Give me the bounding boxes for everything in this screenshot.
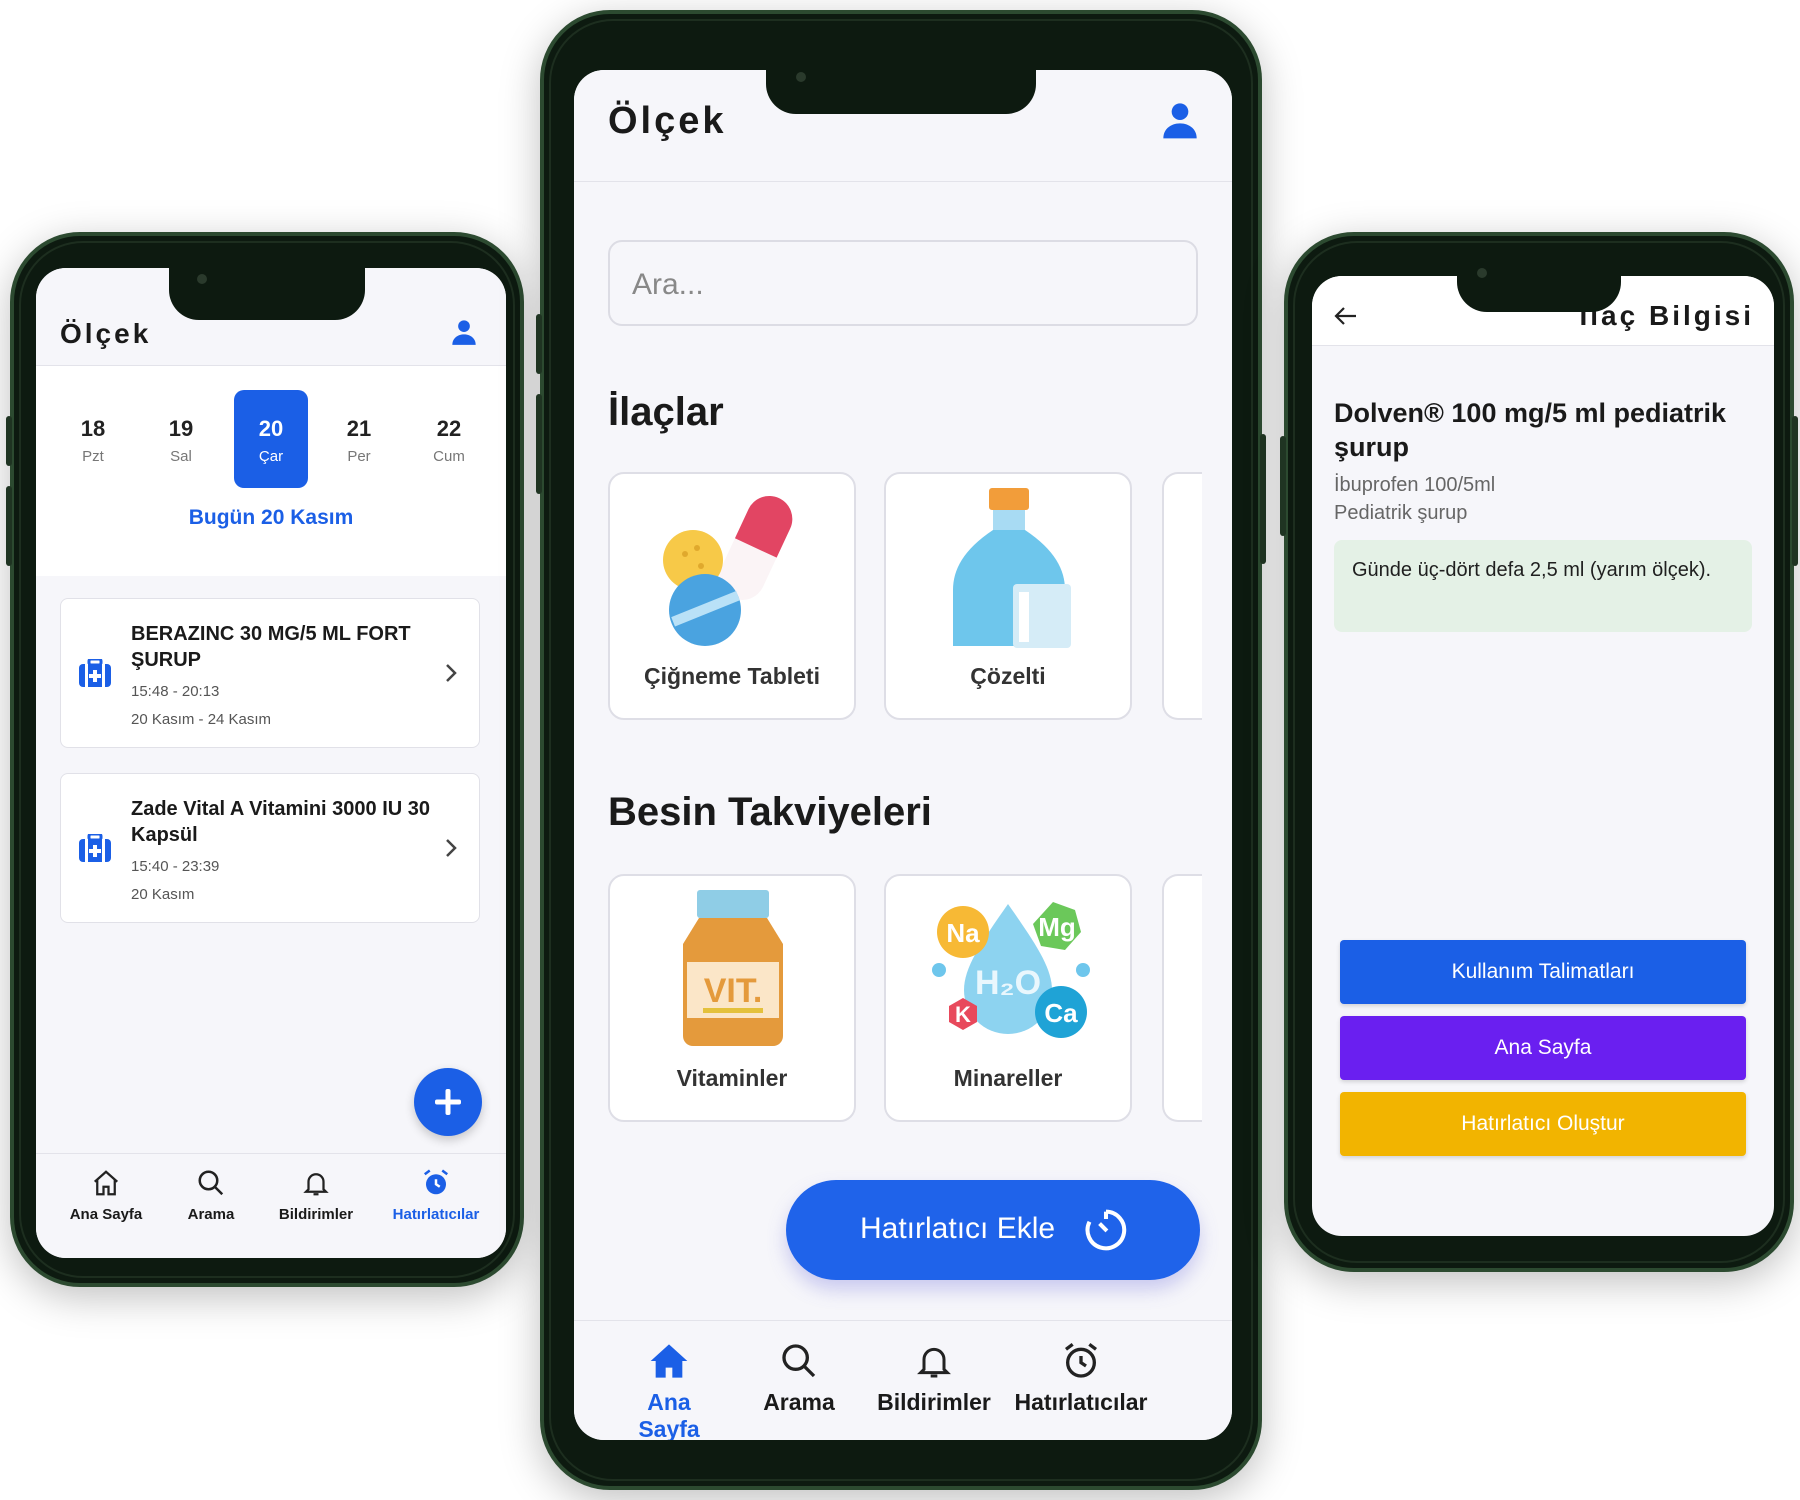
nav-notifications[interactable]: Bildirimler — [869, 1341, 999, 1416]
power-button — [1260, 434, 1266, 564]
date-item[interactable]: 21 Per — [322, 390, 396, 488]
dosage-box: Günde üç-dört defa 2,5 ml (yarım ölçek). — [1334, 540, 1752, 632]
date-item[interactable]: 18 Pzt — [56, 390, 130, 488]
category-tile-partial[interactable] — [1162, 472, 1202, 720]
drug-info-screen: İlaç Bilgisi Dolven® 100 mg/5 ml pediatr… — [1312, 276, 1774, 1236]
date-item[interactable]: 22 Cum — [412, 390, 486, 488]
nav-home[interactable]: Ana Sayfa — [614, 1341, 724, 1440]
left-phone: Ölçek 18 Pzt 19 Sal 20 Çar 21 Per 22 Cum Bugü… — [6, 232, 524, 1287]
svg-text:Mg: Mg — [1038, 912, 1076, 942]
home-button[interactable]: Ana Sayfa — [1340, 1016, 1746, 1080]
reminder-title: Zade Vital A Vitamini 3000 IU 30 Kapsül — [131, 798, 431, 846]
svg-text:K: K — [955, 1002, 971, 1027]
nav-search[interactable]: Arama — [161, 1168, 261, 1223]
brand-title: Ölçek — [60, 318, 152, 349]
instructions-button[interactable]: Kullanım Talimatları — [1340, 940, 1746, 1004]
date-item-selected[interactable]: 20 Çar — [234, 390, 308, 488]
minerals-icon: H₂O Na Mg K Ca — [932, 902, 1090, 1038]
svg-text:Na: Na — [946, 918, 980, 948]
drug-form: Pediatrik şurup — [1334, 502, 1468, 524]
drug-name: Dolven® 100 mg/5 ml pediatrik şurup — [1334, 398, 1727, 462]
power-button — [1792, 416, 1798, 566]
home-screen: Ölçek Ara... İlaçlar Çiğneme Tableti Çöz… — [574, 70, 1232, 1440]
notch — [1457, 262, 1621, 312]
bottle-icon — [953, 488, 1071, 648]
notch — [766, 58, 1036, 114]
svg-text:Ca: Ca — [1044, 998, 1078, 1028]
add-reminder-button[interactable]: Hatırlatıcı Ekle — [786, 1180, 1200, 1280]
bell-icon — [917, 1347, 951, 1378]
category-tile-chewable[interactable]: Çiğneme Tableti — [608, 472, 856, 720]
reminder-card[interactable]: Zade Vital A Vitamini 3000 IU 30 Kapsül … — [60, 773, 480, 923]
category-tile-minerals[interactable]: H₂O Na Mg K Ca Minareller — [884, 874, 1132, 1122]
bottom-nav: Ana Sayfa Arama Bildirimler Hatırlatıcıl… — [36, 1153, 506, 1258]
nav-reminders[interactable]: Hatırlatıcılar — [996, 1341, 1166, 1416]
date-item[interactable]: 19 Sal — [144, 390, 218, 488]
alarm-icon — [1065, 1343, 1097, 1378]
first-aid-kit-icon — [79, 834, 111, 862]
category-tile-partial[interactable] — [1162, 874, 1202, 1122]
pills-icon — [663, 495, 793, 646]
search-input[interactable]: Ara... — [608, 240, 1198, 326]
bell-icon — [303, 1173, 329, 1196]
timer-icon — [1085, 1209, 1127, 1251]
reminder-time: 15:40 - 23:39 — [131, 858, 220, 875]
reminders-screen: Ölçek 18 Pzt 19 Sal 20 Çar 21 Per 22 Cum Bugü… — [36, 268, 506, 1258]
section-title-supplements: Besin Takviyeleri — [608, 790, 932, 834]
nav-home[interactable]: Ana Sayfa — [56, 1168, 156, 1223]
nav-reminders[interactable]: Hatırlatıcılar — [376, 1168, 496, 1223]
chevron-right-icon — [446, 664, 457, 682]
volume-button — [6, 486, 12, 566]
reminder-date-range: 20 Kasım - 24 Kasım — [131, 711, 272, 728]
arrow-left-icon[interactable] — [1334, 306, 1358, 326]
svg-text:H₂O: H₂O — [975, 964, 1041, 1002]
right-phone: İlaç Bilgisi Dolven® 100 mg/5 ml pediatr… — [1280, 232, 1798, 1272]
search-icon — [782, 1344, 816, 1378]
search-icon — [198, 1170, 224, 1196]
vitamin-jar-icon: VIT. — [683, 890, 783, 1046]
brand-title: Ölçek — [608, 100, 727, 142]
home-icon — [650, 1344, 688, 1378]
tile-label: Vitaminler — [676, 1065, 788, 1091]
middle-phone: Ölçek Ara... İlaçlar Çiğneme Tableti Çöz… — [536, 10, 1266, 1490]
create-reminder-button[interactable]: Hatırlatıcı Oluştur — [1340, 1092, 1746, 1156]
bottom-nav: Ana Sayfa Arama Bildirimler Hatırlatıcıl… — [574, 1320, 1232, 1440]
reminder-title: BERAZINC 30 MG/5 ML FORT ŞURUP — [131, 623, 411, 671]
home-icon — [94, 1170, 118, 1196]
volume-button — [536, 314, 542, 374]
volume-button — [536, 394, 542, 494]
reminder-time: 15:48 - 20:13 — [131, 683, 220, 700]
chevron-right-icon — [446, 839, 457, 857]
active-ingredient: İbuprofen 100/5ml — [1334, 474, 1496, 496]
category-tile-vitamins[interactable]: VIT. Vitaminler — [608, 874, 856, 1122]
nav-notifications[interactable]: Bildirimler — [261, 1168, 371, 1223]
user-icon[interactable] — [1160, 100, 1200, 140]
svg-text:VIT.: VIT. — [704, 972, 763, 1010]
nav-search[interactable]: Arama — [744, 1341, 854, 1416]
volume-button — [1280, 436, 1286, 536]
add-reminder-fab[interactable] — [414, 1068, 482, 1136]
category-tile-solution[interactable]: Çözelti — [884, 472, 1132, 720]
reminder-card[interactable]: BERAZINC 30 MG/5 ML FORT ŞURUP 15:48 - 2… — [60, 598, 480, 748]
tile-label: Minareller — [953, 1065, 1063, 1091]
first-aid-kit-icon — [79, 659, 111, 687]
reminder-date-range: 20 Kasım — [131, 886, 195, 903]
tile-label: Çiğneme Tableti — [644, 663, 820, 689]
date-strip: 18 Pzt 19 Sal 20 Çar 21 Per 22 Cum Bugün 20 K… — [36, 366, 506, 576]
user-icon[interactable] — [450, 318, 478, 346]
alarm-icon — [424, 1169, 448, 1195]
today-label: Bugün 20 Kasım — [188, 506, 354, 529]
section-title-drugs: İlaçlar — [608, 390, 724, 434]
notch — [169, 264, 365, 320]
tile-label: Çözelti — [970, 663, 1046, 689]
volume-button — [6, 416, 12, 466]
